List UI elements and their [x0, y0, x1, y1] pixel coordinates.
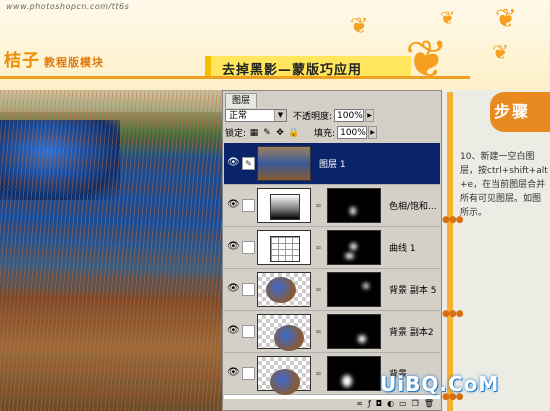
mask-spot	[363, 283, 369, 289]
fill-arrow-icon[interactable]: ▶	[368, 126, 378, 139]
eye-icon[interactable]: 👁	[227, 157, 240, 169]
layer-row[interactable]: 👁 ∞ 背景 副本2	[224, 311, 440, 353]
butterfly-icon: ❦	[492, 40, 509, 64]
layer-name: 曲线 1	[389, 244, 416, 254]
decorative-rail	[447, 92, 453, 411]
blend-mode-select[interactable]: 正常 ▼	[225, 109, 287, 122]
landscape-photo	[0, 90, 225, 411]
adjustment-layer-icon[interactable]: ◐	[387, 399, 394, 409]
layer-thumbnail	[257, 146, 311, 181]
layer-style-icon[interactable]: ƒ	[368, 399, 371, 409]
layer-row[interactable]: 👁 ✎ 图层 1	[224, 143, 440, 185]
lock-paint-icon[interactable]: ✎	[262, 128, 272, 138]
lock-transparency-icon[interactable]: ▦	[249, 128, 259, 138]
fill-label: 填充:	[314, 129, 336, 139]
tab-layers[interactable]: 图层	[225, 93, 258, 108]
butterfly-icon: ❦	[405, 30, 449, 90]
mask-spot	[358, 335, 366, 343]
mask-spot	[342, 375, 352, 387]
layers-panel: 图层 正常 ▼ 不透明度: 100% ▶ 锁定: ▦ ✎ ✥ 🔒 填充: 100…	[222, 90, 442, 411]
layer-name: 图层 1	[319, 160, 346, 170]
chain-icon: ∞	[315, 369, 322, 378]
brand-logo: 桔子 教程版模块	[4, 46, 104, 71]
decorative-dots: ●●●	[442, 309, 464, 319]
hue-saturation-icon	[270, 194, 300, 220]
opacity-label: 不透明度:	[293, 112, 333, 122]
layers-list: 👁 ✎ 图层 1 👁 ∞ 色相/饱和... 👁 ∞ 曲线 1 👁 ∞ 背景 副本…	[224, 143, 440, 399]
fill-input[interactable]: 100%	[337, 126, 368, 139]
chain-icon: ∞	[315, 201, 322, 210]
layer-row[interactable]: 👁 ∞ 色相/饱和...	[224, 185, 440, 227]
blend-opacity-row: 正常 ▼ 不透明度: 100% ▶	[225, 109, 375, 122]
butterfly-icon: ❦	[495, 4, 517, 34]
layers-panel-footer: ∞ ƒ ◘ ◐ ▭ ❐ 🗑	[224, 399, 440, 409]
layer-row[interactable]: 👁 ∞ 曲线 1	[224, 227, 440, 269]
eye-icon[interactable]: 👁	[227, 199, 240, 211]
lock-fill-row: 锁定: ▦ ✎ ✥ 🔒 填充: 100% ▶	[225, 126, 378, 139]
layer-mask-thumbnail	[327, 356, 381, 391]
new-layer-icon[interactable]: ❐	[412, 399, 419, 409]
layer-thumbnail	[257, 356, 311, 395]
lock-all-icon[interactable]: 🔒	[288, 128, 299, 138]
layer-mask-thumbnail	[327, 314, 381, 349]
eye-icon[interactable]: 👁	[227, 241, 240, 253]
layer-name: 背景 副本 5	[389, 286, 437, 296]
thumbnail-content	[270, 369, 300, 395]
instructions-panel	[442, 90, 550, 411]
add-mask-icon[interactable]: ◘	[376, 399, 382, 409]
link-box[interactable]	[242, 367, 255, 380]
thumbnail-content	[274, 325, 304, 351]
photo-reeds	[0, 90, 225, 411]
layer-mask-thumbnail	[327, 188, 381, 223]
mask-spot	[350, 207, 356, 215]
butterfly-icon: ❦	[350, 14, 369, 39]
link-box[interactable]	[242, 241, 255, 254]
chain-icon: ∞	[315, 285, 322, 294]
layer-mask-thumbnail	[327, 272, 381, 307]
lock-options: ▦ ✎ ✥ 🔒	[249, 128, 299, 138]
chevron-down-icon[interactable]: ▼	[274, 110, 286, 121]
layer-row[interactable]: 👁 ∞ 背景 副本 5	[224, 269, 440, 311]
chain-icon: ∞	[315, 327, 322, 336]
site-url: www.photoshopcn.com/tt6s	[6, 2, 130, 11]
brand-subtitle: 教程版模块	[44, 56, 104, 69]
lock-move-icon[interactable]: ✥	[275, 128, 285, 138]
watermark-logo: UiBQ.CoM	[380, 372, 500, 396]
eye-icon[interactable]: 👁	[227, 367, 240, 379]
thumbnail-content	[266, 277, 296, 303]
header-divider	[0, 76, 470, 79]
layer-name: 背景 副本2	[389, 328, 434, 338]
layer-name: 色相/饱和...	[389, 202, 437, 212]
eye-icon[interactable]: 👁	[227, 283, 240, 295]
new-group-icon[interactable]: ▭	[399, 399, 407, 409]
link-box[interactable]	[242, 325, 255, 338]
layer-thumbnail	[257, 272, 311, 307]
blend-mode-value: 正常	[229, 111, 248, 121]
chain-icon: ∞	[315, 243, 322, 252]
delete-layer-icon[interactable]: 🗑	[424, 399, 434, 409]
step-label: 步骤	[494, 102, 531, 121]
link-box[interactable]	[242, 199, 255, 212]
brush-icon[interactable]: ✎	[242, 157, 255, 170]
step-instructions: 10、新建一空白图层，按ctrl+shift+alt+e，在当前图层合并所有可见…	[460, 152, 548, 218]
brand-name: 桔子	[4, 51, 40, 71]
butterfly-icon: ❦	[440, 8, 456, 29]
layer-mask-thumbnail	[327, 230, 381, 265]
eye-icon[interactable]: 👁	[227, 325, 240, 337]
opacity-arrow-icon[interactable]: ▶	[365, 109, 375, 122]
mask-spot	[345, 253, 354, 259]
lock-label: 锁定:	[225, 129, 247, 139]
layer-thumbnail	[257, 314, 311, 351]
layer-thumbnail	[257, 188, 311, 223]
link-layers-icon[interactable]: ∞	[356, 399, 363, 409]
curves-icon	[270, 236, 300, 262]
link-box[interactable]	[242, 283, 255, 296]
mask-spot	[350, 243, 357, 250]
opacity-input[interactable]: 100%	[334, 109, 365, 122]
layer-thumbnail	[257, 230, 311, 265]
